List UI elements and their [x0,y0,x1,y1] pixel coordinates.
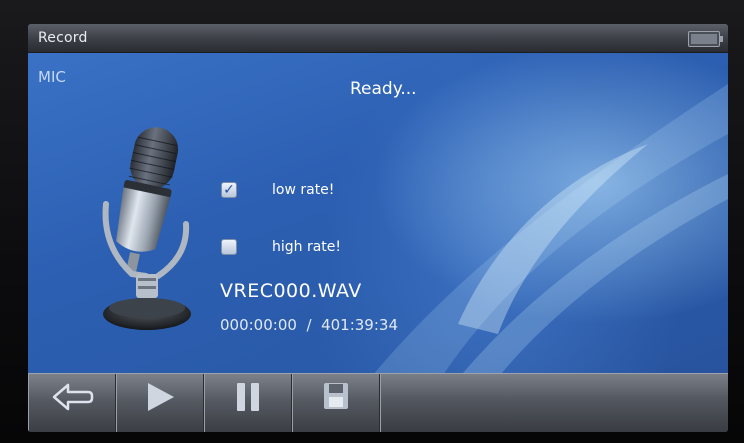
input-source-label: MIC [38,68,66,86]
recording-filename: VREC000.WAV [220,280,362,302]
high-rate-label: high rate! [272,239,342,255]
checkmark-icon: ✓ [223,182,235,198]
low-rate-option[interactable]: ✓ low rate! [221,179,334,201]
high-rate-option[interactable]: high rate! [221,236,341,258]
time-readout: 000:00:00 / 401:39:34 [220,316,398,334]
play-icon [148,383,174,411]
microphone-icon [102,127,191,330]
record-screen: Record MIC Ready... ✓ low rate! high rat… [28,24,728,432]
toolbar-empty-area [380,374,728,432]
time-separator: / [306,316,312,334]
elapsed-time: 000:00:00 [220,316,297,334]
low-rate-checkbox[interactable]: ✓ [221,182,237,198]
low-rate-label: low rate! [272,182,335,198]
title-bar: Record [28,24,728,53]
play-button[interactable] [116,374,204,432]
window-title: Record [38,30,88,46]
back-button[interactable] [28,374,116,432]
pause-icon [237,383,259,411]
high-rate-checkbox[interactable] [221,239,237,255]
save-icon [324,383,348,409]
pause-button[interactable] [204,374,292,432]
save-button[interactable] [292,374,380,432]
status-text: Ready... [350,79,417,99]
back-arrow-icon [52,383,94,411]
battery-icon [688,31,723,47]
remaining-time: 401:39:34 [321,316,398,334]
bottom-toolbar [28,373,728,432]
